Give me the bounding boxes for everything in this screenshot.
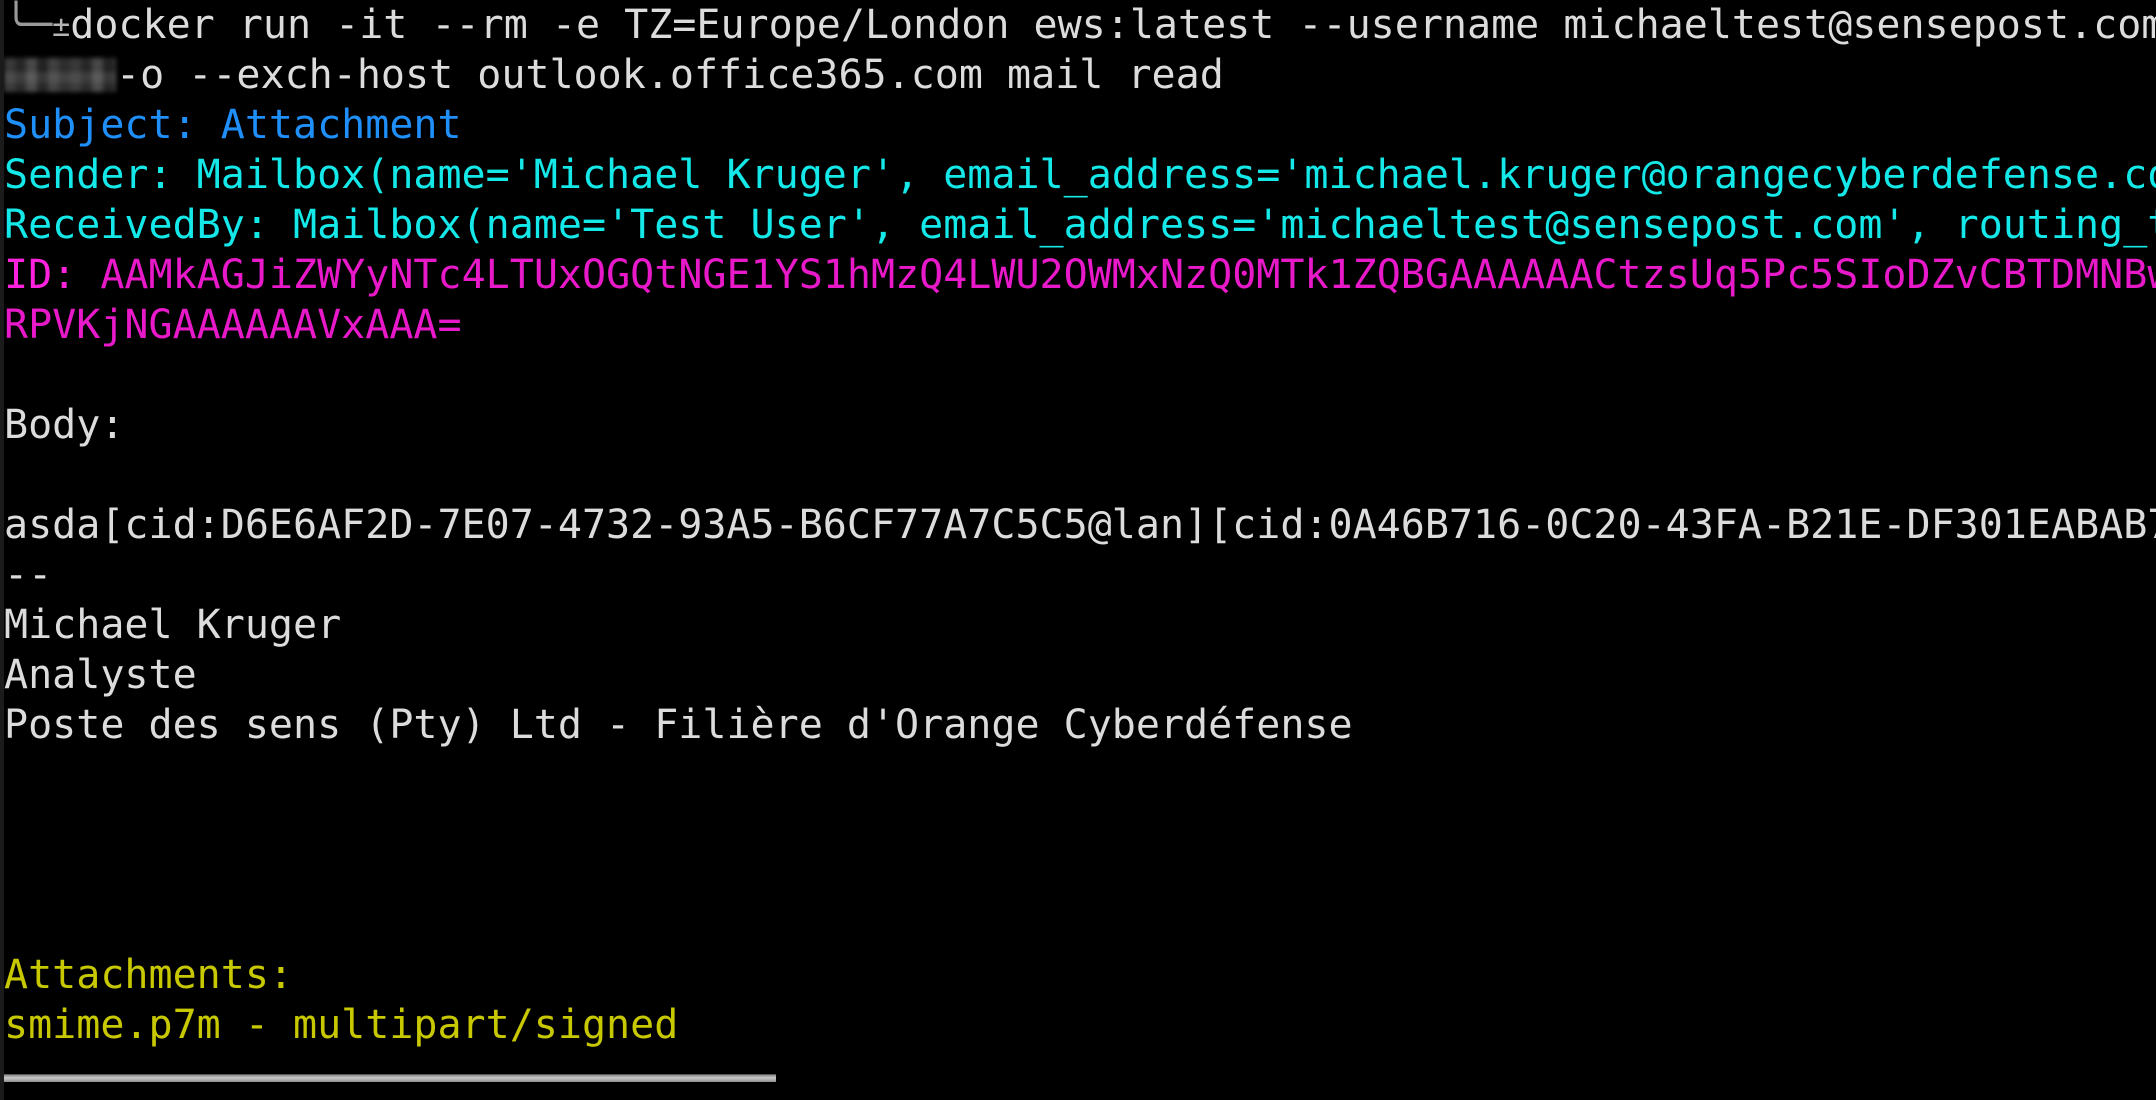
- mail-body-label: Body:: [4, 402, 125, 448]
- mail-body-line-3: Analyste: [4, 652, 197, 698]
- mail-subject-line: Subject: Attachment: [4, 102, 462, 148]
- mail-id-value-text: AAMkAGJiZWYyNTc4LTUxOGQtNGE1YS1hMzQ4LWU2…: [100, 252, 2156, 298]
- horizontal-scrollbar[interactable]: [4, 1074, 776, 1082]
- mail-id-line: ID: AAMkAGJiZWYyNTc4LTUxOGQtNGE1YS1hMzQ4…: [0, 250, 2156, 300]
- mail-body-line-0: asda[cid:D6E6AF2D-7E07-4732-93A5-B6CF77A…: [4, 502, 2156, 548]
- prompt-corner-icon: ╰─: [4, 2, 53, 48]
- mail-body-line-2: Michael Kruger: [4, 602, 342, 648]
- command-line-1: ╰─±docker run -it --rm -e TZ=Europe/Lond…: [0, 0, 2156, 50]
- mail-attachments-label: Attachments:: [4, 952, 293, 998]
- redacted-password-continuation-block: [4, 58, 116, 92]
- terminal-window: ╰─±docker run -it --rm -e TZ=Europe/Lond…: [0, 0, 2156, 1100]
- mail-id-value: AAMkAGJiZWYyNTc4LTUxOGQtNGE1YS1hMzQ4LWU2…: [76, 252, 2156, 298]
- mail-body-line-1: --: [4, 552, 53, 598]
- command-line-1-text: docker run -it --rm -e TZ=Europe/London …: [70, 2, 2156, 48]
- mail-receivedby-line: ReceivedBy: Mailbox(name='Test User', em…: [4, 202, 2156, 248]
- mail-sender-line: Sender: Mailbox(name='Michael Kruger', e…: [4, 152, 2156, 198]
- mail-attachment-item-0: smime.p7m - multipart/signed: [4, 1002, 679, 1048]
- mail-body-line-4: Poste des sens (Pty) Ltd - Filière d'Ora…: [4, 702, 1353, 748]
- mail-id-line-continued: RPVKjNGAAAAAAVxAAA=: [4, 302, 462, 348]
- window-left-edge: [0, 0, 4, 1100]
- terminal-screen: ╰─±docker run -it --rm -e TZ=Europe/Lond…: [0, 0, 2156, 1050]
- command-line-2-text: -o --exch-host outlook.office365.com mai…: [116, 52, 1224, 98]
- mail-id-label: ID:: [4, 252, 77, 298]
- prompt-plusminus-icon: ±: [52, 9, 71, 44]
- command-line-2: -o --exch-host outlook.office365.com mai…: [0, 50, 2156, 100]
